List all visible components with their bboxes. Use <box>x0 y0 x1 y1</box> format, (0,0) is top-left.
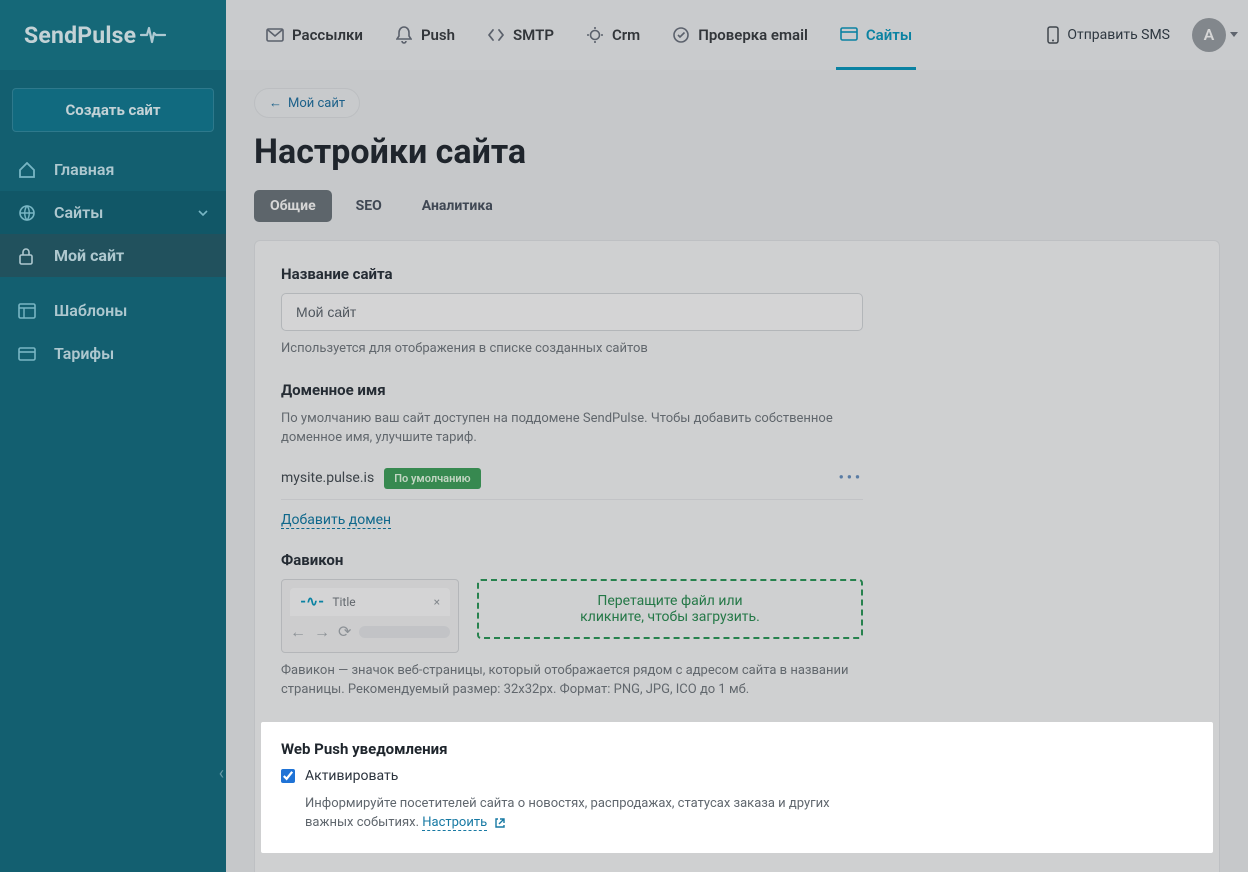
pulse-icon: -∿- <box>300 594 324 610</box>
pulse-icon <box>140 25 166 45</box>
sidebar-item-sites[interactable]: Сайты <box>0 191 226 234</box>
nav-push[interactable]: Push <box>379 0 471 70</box>
tab-general[interactable]: Общие <box>254 190 332 222</box>
sidebar-item-label: Шаблоны <box>54 301 127 320</box>
sites-icon <box>840 26 858 44</box>
close-icon: × <box>434 595 440 609</box>
add-domain-link[interactable]: Добавить домен <box>281 512 391 529</box>
domain-menu-icon[interactable]: ••• <box>839 470 863 486</box>
code-icon <box>487 26 505 44</box>
nav-sites[interactable]: Сайты <box>824 0 928 70</box>
sidebar-item-label: Главная <box>54 160 114 179</box>
section-favicon: Фавикон -∿- Title × ← → ⟳ П <box>281 551 1193 700</box>
nav-label: Сайты <box>866 26 912 44</box>
card-icon <box>18 347 38 361</box>
lock-icon <box>18 247 38 265</box>
collapse-sidebar-handle[interactable]: ‹ <box>219 763 224 784</box>
favicon-hint: Фавикон — значок веб-страницы, который о… <box>281 661 863 700</box>
favicon-dropzone[interactable]: Перетащите файл или кликните, чтобы загр… <box>477 579 863 639</box>
sp-logo-label: Логотип SendPulse <box>281 869 1193 872</box>
sidebar: Создать сайт Главная Сайты Мой сайт Шабл… <box>0 70 226 872</box>
nav-mail[interactable]: Рассылки <box>250 0 379 70</box>
create-site-button[interactable]: Создать сайт <box>12 88 214 132</box>
main-content: ← Мой сайт Настройки сайта Общие SEO Ана… <box>226 70 1248 872</box>
chevron-down-icon <box>1230 32 1238 37</box>
nav-label: Crm <box>612 26 640 44</box>
brand-text: SendPulse <box>24 22 136 49</box>
page-title: Настройки сайта <box>254 132 1220 172</box>
webpush-activate-row[interactable]: Активировать <box>281 768 1193 784</box>
chevron-down-icon <box>198 210 208 216</box>
sidebar-item-label: Сайты <box>54 203 103 222</box>
avatar[interactable]: A <box>1192 18 1226 52</box>
sidebar-item-mysite[interactable]: Мой сайт <box>0 234 226 277</box>
back-link[interactable]: ← Мой сайт <box>254 88 360 118</box>
external-link-icon <box>494 815 506 829</box>
nav-label: Push <box>421 26 455 44</box>
domain-hint: По умолчанию ваш сайт доступен на поддом… <box>281 409 841 448</box>
tab-analytics[interactable]: Аналитика <box>406 190 509 222</box>
phone-icon <box>1047 26 1059 44</box>
arrow-left-icon: ← <box>290 622 306 642</box>
nav-label: Проверка email <box>698 26 808 44</box>
drop-line1: Перетащите файл или <box>489 593 851 609</box>
bell-icon <box>395 26 413 44</box>
webpush-activate-checkbox[interactable] <box>281 769 295 783</box>
sidebar-item-label: Тарифы <box>54 344 114 363</box>
top-right: Отправить SMS A <box>1037 18 1238 52</box>
sidebar-item-home[interactable]: Главная <box>0 148 226 191</box>
drop-line2: кликните, чтобы загрузить. <box>489 609 851 625</box>
back-link-label: Мой сайт <box>288 96 345 111</box>
section-domain: Доменное имя По умолчанию ваш сайт досту… <box>281 381 1193 529</box>
urlbar-placeholder <box>359 626 450 638</box>
domain-value: mysite.pulse.is <box>281 470 374 486</box>
sidebar-item-templates[interactable]: Шаблоны <box>0 289 226 332</box>
brand-logo[interactable]: SendPulse <box>24 22 166 49</box>
envelope-icon <box>266 26 284 44</box>
profile-menu[interactable]: A <box>1192 18 1238 52</box>
arrow-left-icon: ← <box>269 95 282 111</box>
webpush-configure-link[interactable]: Настроить <box>422 815 487 831</box>
webpush-label: Web Push уведомления <box>281 740 1193 758</box>
site-name-input[interactable] <box>281 293 863 331</box>
webpush-hint: Информируйте посетителей сайта о новостя… <box>305 794 865 833</box>
nav-verify-email[interactable]: Проверка email <box>656 0 824 70</box>
nav-smtp[interactable]: SMTP <box>471 0 570 70</box>
favicon-label: Фавикон <box>281 551 1193 569</box>
domain-row: mysite.pulse.is По умолчанию ••• <box>281 458 863 500</box>
section-site-name: Название сайта Используется для отображе… <box>281 265 1193 359</box>
domain-default-badge: По умолчанию <box>384 468 480 489</box>
home-icon <box>18 162 38 178</box>
send-sms-label: Отправить SMS <box>1067 27 1170 43</box>
nav-crm[interactable]: Crm <box>570 0 656 70</box>
site-name-hint: Используется для отображения в списке со… <box>281 339 841 359</box>
top-nav: Рассылки Push SMTP Crm Проверка email Са… <box>226 0 1248 70</box>
tabs: Общие SEO Аналитика <box>254 190 1220 222</box>
favicon-preview: -∿- Title × ← → ⟳ <box>281 579 459 653</box>
settings-card: Название сайта Используется для отображе… <box>254 240 1220 872</box>
site-name-label: Название сайта <box>281 265 1193 283</box>
crm-icon <box>586 26 604 44</box>
section-webpush: Web Push уведомления Активировать Информ… <box>261 722 1213 853</box>
logo-bar: SendPulse <box>0 0 226 70</box>
nav-label: Рассылки <box>292 26 363 44</box>
webpush-hint-text: Информируйте посетителей сайта о новостя… <box>305 796 830 831</box>
favicon-tab-title: Title <box>332 595 355 609</box>
domain-label: Доменное имя <box>281 381 1193 399</box>
arrow-right-icon: → <box>314 622 330 642</box>
send-sms-button[interactable]: Отправить SMS <box>1037 18 1180 52</box>
globe-icon <box>18 204 38 222</box>
sidebar-item-tariffs[interactable]: Тарифы <box>0 332 226 375</box>
sidebar-item-label: Мой сайт <box>54 246 124 265</box>
nav-label: SMTP <box>513 26 554 44</box>
section-sp-logo: Логотип SendPulse Отображать логотип Sen… <box>281 869 1193 872</box>
templates-icon <box>18 303 38 319</box>
tab-seo[interactable]: SEO <box>340 190 398 222</box>
webpush-activate-label: Активировать <box>305 768 398 784</box>
reload-icon: ⟳ <box>338 622 351 641</box>
check-icon <box>672 26 690 44</box>
